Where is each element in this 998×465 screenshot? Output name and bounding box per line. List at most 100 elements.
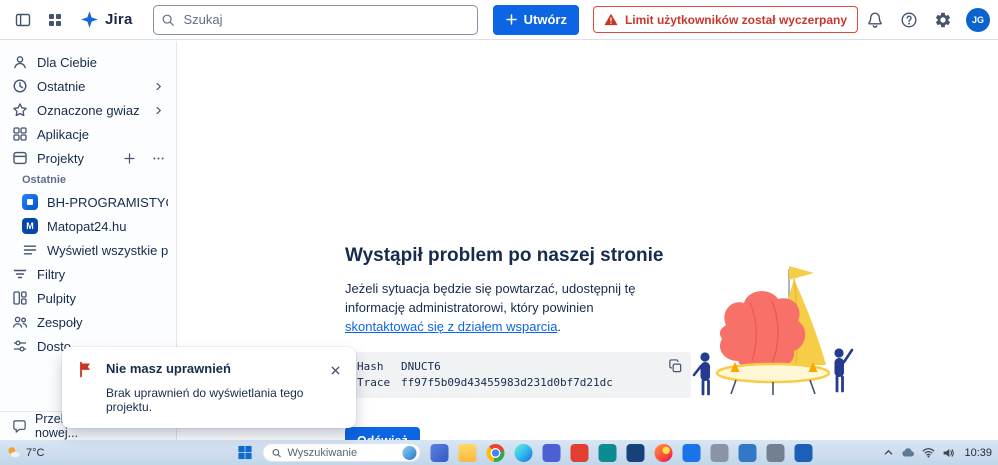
settings-app-icon[interactable] — [766, 443, 785, 462]
search-highlight-thumbnail — [402, 445, 417, 460]
global-search — [152, 4, 478, 35]
sidebar-project-matopat[interactable]: M Matopat24.hu — [0, 214, 176, 238]
windows-start-button[interactable] — [238, 445, 253, 460]
hash-value: DNUCT6 — [401, 360, 441, 373]
project-avatar — [22, 194, 38, 210]
notifications-button[interactable] — [860, 5, 890, 35]
taskbar-app-icon[interactable] — [570, 443, 589, 462]
volume-icon[interactable] — [942, 447, 955, 459]
sidebar-item-recent[interactable]: Ostatnie — [0, 74, 176, 98]
header-actions: JG — [860, 5, 990, 35]
sidebar-item-filters[interactable]: Filtry — [0, 262, 176, 286]
top-navigation-bar: Jira Utwórz Limit użytkowników został wy… — [0, 0, 998, 40]
customize-icon — [12, 338, 28, 354]
toast-title: Nie masz uprawnień — [106, 361, 231, 376]
file-explorer-icon[interactable] — [458, 443, 477, 462]
sidebar-project-bh[interactable]: BH-PROGRAMISTYCZ... — [0, 190, 176, 214]
sidebar-toggle-button[interactable] — [8, 5, 38, 35]
create-button-label: Utwórz — [523, 12, 567, 27]
sidebar-view-all-projects[interactable]: Wyświetl wszystkie pr... — [0, 238, 176, 262]
taskbar-clock[interactable]: 10:39 — [962, 447, 992, 459]
jira-logo[interactable]: Jira — [80, 10, 133, 29]
taskbar-app-icon[interactable] — [430, 443, 449, 462]
sidebar-item-label: Pulpity — [37, 290, 77, 306]
error-description-text: Jeżeli sytuacja będzie się powtarzać, ud… — [345, 281, 636, 315]
user-avatar[interactable]: JG — [966, 7, 990, 32]
error-title: Wystąpił problem po naszej stronie — [345, 245, 664, 266]
cloud-icon[interactable] — [901, 447, 915, 458]
speech-bubble-icon — [12, 419, 27, 434]
error-description: Jeżeli sytuacja będzie się powtarzać, ud… — [345, 279, 671, 336]
sidebar-item-label: BH-PROGRAMISTYCZ... — [47, 194, 168, 210]
taskbar-app-icon[interactable] — [542, 443, 561, 462]
bell-icon — [866, 11, 884, 29]
sidebar-item-dashboards[interactable]: Pulpity — [0, 286, 176, 310]
user-limit-warning-button[interactable]: Limit użytkowników został wyczerpany — [592, 6, 858, 33]
error-panel: Wystąpił problem po naszej stronie Jeżel… — [345, 245, 691, 455]
more-icon[interactable] — [148, 148, 168, 168]
system-tray: 10:39 — [883, 447, 992, 459]
sidebar-item-label: Matopat24.hu — [47, 218, 127, 234]
sidebar-item-label: Wyświetl wszystkie pr... — [47, 242, 168, 258]
windows-taskbar: 7°C Wyszukiwanie 10:39 — [0, 440, 998, 465]
project-avatar-letter: M — [26, 221, 34, 231]
taskbar-app-icon[interactable] — [626, 443, 645, 462]
chevron-right-icon[interactable] — [148, 76, 168, 96]
app-switcher-button[interactable] — [40, 5, 70, 35]
error-description-end: . — [557, 319, 562, 334]
sidebar-item-starred[interactable]: Oznaczone gwiazdką — [0, 98, 176, 122]
firefox-icon[interactable] — [654, 443, 673, 462]
sidebar-item-teams[interactable]: Zespoły — [0, 310, 176, 334]
warning-triangle-icon — [604, 13, 618, 26]
grid-icon — [12, 126, 28, 142]
filter-icon — [12, 266, 28, 282]
taskbar-search[interactable]: Wyszukiwanie — [262, 443, 421, 462]
taskbar-app-icon[interactable] — [710, 443, 729, 462]
sidebar-item-label: Dla Ciebie — [37, 54, 97, 70]
chevron-right-icon[interactable] — [148, 100, 168, 120]
chevron-up-icon[interactable] — [883, 447, 894, 458]
taskbar-weather-widget[interactable]: 7°C — [6, 445, 44, 460]
sidebar-item-for-you[interactable]: Dla Ciebie — [0, 50, 176, 74]
app-grid-icon — [47, 12, 63, 28]
create-button[interactable]: Utwórz — [492, 4, 579, 35]
taskbar-app-icon[interactable] — [598, 443, 617, 462]
trace-value: ff97f5b09d43455983d231d0bf7d21dc — [401, 376, 613, 389]
add-project-button[interactable] — [119, 148, 139, 168]
search-icon — [272, 448, 282, 458]
recent-section-heading: Ostatnie — [22, 174, 67, 186]
projects-icon — [12, 150, 28, 166]
taskbar-app-icon[interactable] — [738, 443, 757, 462]
chrome-icon[interactable] — [486, 443, 505, 462]
taskbar-app-icon[interactable] — [682, 443, 701, 462]
error-hash-row: Hash DNUCT6 — [357, 359, 679, 375]
taskbar-center: Wyszukiwanie — [238, 443, 813, 462]
gear-icon — [934, 11, 952, 29]
clock-icon — [12, 78, 28, 94]
sidebar-item-apps[interactable]: Aplikacje — [0, 122, 176, 146]
star-icon — [12, 102, 28, 118]
user-limit-warning-label: Limit użytkowników został wyczerpany — [624, 12, 847, 27]
toast-close-button[interactable] — [327, 361, 344, 379]
settings-button[interactable] — [928, 5, 958, 35]
sidebar-item-label: Zespoły — [37, 314, 83, 330]
sidebar-item-projects[interactable]: Projekty — [0, 146, 176, 170]
edge-icon[interactable] — [514, 443, 533, 462]
person-icon — [12, 54, 28, 70]
panel-left-icon — [15, 12, 31, 28]
taskbar-app-icon[interactable] — [794, 443, 813, 462]
hash-label: Hash — [357, 360, 384, 373]
question-circle-icon — [900, 11, 918, 29]
permission-toast: Nie masz uprawnień Brak uprawnień do wyś… — [62, 347, 356, 428]
jira-logo-text: Jira — [105, 11, 133, 28]
search-input[interactable] — [152, 4, 478, 35]
sidebar-item-label: Ostatnie — [37, 78, 86, 94]
support-link[interactable]: skontaktować się z działem wsparcia — [345, 319, 557, 334]
help-button[interactable] — [894, 5, 924, 35]
close-icon — [329, 364, 342, 377]
search-icon — [161, 13, 175, 27]
jira-logo-icon — [80, 10, 99, 29]
weather-sun-icon — [6, 445, 21, 460]
weather-temperature: 7°C — [26, 446, 45, 459]
wifi-icon[interactable] — [922, 447, 935, 458]
